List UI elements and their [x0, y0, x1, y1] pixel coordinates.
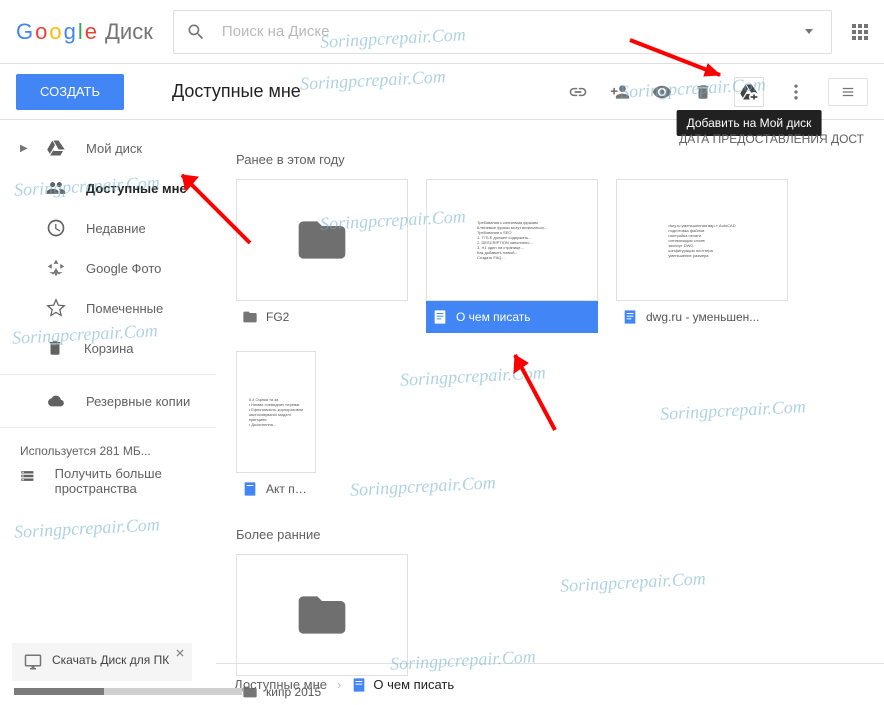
caret-icon: ▶: [20, 143, 26, 154]
folder-thumbnail: [236, 554, 408, 676]
file-card-folder[interactable]: FG2: [236, 179, 408, 333]
doc-icon: [351, 677, 367, 693]
sidebar-label: Резервные копии: [86, 394, 190, 409]
sidebar-label: Недавние: [86, 221, 146, 236]
create-button[interactable]: СОЗДАТЬ: [16, 74, 124, 110]
file-name: FG2: [266, 310, 289, 324]
clock-icon: [46, 218, 66, 238]
sidebar-label: Доступные мне: [86, 181, 187, 196]
search-icon: [186, 22, 206, 42]
file-name: Акт перер: [266, 482, 310, 496]
close-icon[interactable]: [174, 647, 186, 659]
sidebar-label: Google Фото: [86, 261, 161, 276]
sidebar-item-trash[interactable]: Корзина: [0, 328, 216, 368]
sidebar-item-shared[interactable]: Доступные мне: [0, 168, 216, 208]
photos-icon: [46, 258, 66, 278]
drive-icon: [46, 138, 66, 158]
sidebar-item-recent[interactable]: Недавние: [0, 208, 216, 248]
file-name: dwg.ru - уменьшен...: [646, 310, 759, 324]
sidebar-item-backups[interactable]: Резервные копии: [0, 381, 216, 421]
breadcrumb: Доступные мне › О чем писать: [216, 663, 884, 705]
sidebar-label: Помеченные: [86, 301, 163, 316]
star-icon: [46, 298, 66, 318]
add-person-icon[interactable]: [610, 82, 630, 102]
page-title: Доступные мне: [172, 81, 568, 102]
search-box[interactable]: [173, 10, 832, 54]
sidebar-label: Корзина: [84, 341, 134, 356]
doc-icon: [242, 481, 258, 497]
file-name: О чем писать: [456, 310, 531, 324]
storage-used-text: Используется 281 МБ...: [0, 434, 216, 462]
sidebar-item-get-storage[interactable]: Получить больше пространства: [0, 462, 216, 506]
folder-thumbnail: [236, 179, 408, 301]
apps-grid-icon[interactable]: [852, 24, 868, 40]
sidebar-item-my-drive[interactable]: ▶ Мой диск: [0, 128, 216, 168]
search-dropdown-caret[interactable]: [805, 29, 813, 34]
main-content: ДАТА ПРЕДОСТАВЛЕНИЯ ДОСТ Ранее в этом го…: [216, 120, 884, 705]
section-label: Ранее в этом году: [236, 152, 864, 167]
shared-icon: [46, 178, 66, 198]
doc-thumbnail: Требования к ключевым фразамКлючевые фра…: [426, 179, 598, 301]
download-drive-promo[interactable]: Скачать Диск для ПК: [12, 643, 192, 681]
file-card-doc[interactable]: 5.4 Оцінка та за• Немає очевидних перева…: [236, 351, 316, 505]
breadcrumb-current[interactable]: О чем писать: [351, 677, 454, 693]
sidebar-label: Мой диск: [86, 141, 142, 156]
search-input[interactable]: [222, 23, 799, 40]
doc-icon: [432, 309, 448, 325]
folder-icon: [242, 309, 258, 325]
file-card-doc[interactable]: Требования к ключевым фразамКлючевые фра…: [426, 179, 598, 333]
sidebar: ▶ Мой диск Доступные мне Недавние Google…: [0, 120, 216, 705]
add-to-drive-button[interactable]: Добавить на Мой диск: [734, 77, 764, 107]
view-toggle-icon[interactable]: [828, 78, 868, 106]
doc-thumbnail: dwg.ru уменьшенная вар-т AutoCADподготов…: [616, 179, 788, 301]
trash-icon[interactable]: [694, 82, 712, 102]
doc-thumbnail: 5.4 Оцінка та за• Немає очевидних перева…: [236, 351, 316, 473]
link-icon[interactable]: [568, 82, 588, 102]
trash-icon: [46, 338, 64, 358]
sidebar-label: Получить больше пространства: [55, 466, 196, 496]
preview-icon[interactable]: [652, 82, 672, 102]
breadcrumb-root[interactable]: Доступные мне: [234, 677, 327, 692]
file-card-doc[interactable]: dwg.ru уменьшенная вар-т AutoCADподготов…: [616, 179, 788, 333]
column-header: ДАТА ПРЕДОСТАВЛЕНИЯ ДОСТ: [236, 132, 864, 146]
section-label: Более ранние: [236, 527, 864, 542]
sidebar-item-photos[interactable]: Google Фото: [0, 248, 216, 288]
doc-icon: [622, 309, 638, 325]
sidebar-item-starred[interactable]: Помеченные: [0, 288, 216, 328]
desktop-icon: [24, 653, 42, 671]
google-drive-logo[interactable]: Google Диск: [16, 19, 153, 45]
storage-icon: [20, 466, 35, 486]
cloud-icon: [46, 393, 66, 409]
more-icon[interactable]: [786, 82, 806, 102]
scrollbar[interactable]: [14, 688, 242, 695]
chevron-right-icon: ›: [337, 677, 341, 692]
